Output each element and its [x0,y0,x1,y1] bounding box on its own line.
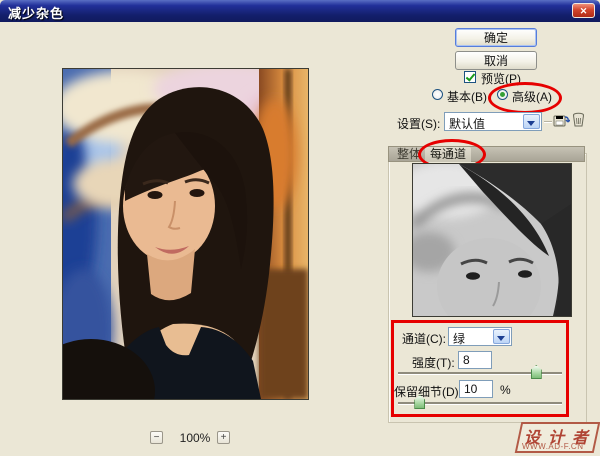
settings-select[interactable]: 默认值 [444,112,542,131]
advanced-radio[interactable] [497,89,508,100]
radio-dot-icon [500,92,505,97]
preview-checkbox[interactable] [464,71,476,83]
channel-preview-image[interactable] [395,162,578,334]
channel-label: 通道(C): [402,332,446,346]
chevron-down-icon[interactable] [493,329,510,344]
basic-radio[interactable] [432,89,443,100]
preserve-details-slider[interactable] [398,395,562,409]
ok-button[interactable]: 确定 [455,28,537,47]
reduce-noise-dialog: 减少杂色 ✕ − 100% + 确定 取消 预览(P) 基本(B) 高级(A) … [0,0,600,456]
trash-icon [572,112,584,127]
tab-strip: 整体 每通道 [388,146,585,162]
tab-per-channel[interactable]: 每通道 [425,147,472,162]
strength-slider[interactable] [398,365,562,379]
window-titlebar[interactable]: 减少杂色 ✕ [0,0,600,22]
channel-select[interactable]: 绿 [448,327,512,346]
zoom-out-button[interactable]: − [150,431,163,444]
close-icon: ✕ [579,6,588,16]
settings-select-value: 默认值 [449,117,486,131]
advanced-radio-label: 高级(A) [512,90,552,104]
check-icon [465,71,476,82]
main-preview-image[interactable] [27,63,309,443]
cancel-button[interactable]: 取消 [455,51,537,70]
zoom-level: 100% [179,431,211,445]
delete-settings-button[interactable] [571,112,585,128]
divider [544,121,552,122]
channel-select-value: 绿 [453,332,466,346]
preserve-details-unit: % [500,383,511,397]
window-title: 减少杂色 [8,6,65,21]
preview-checkbox-label: 预览(P) [481,72,521,86]
preserve-details-label: 保留细节(D): [394,385,462,399]
strength-label: 强度(T): [412,356,455,370]
tab-overall[interactable]: 整体 [392,147,426,162]
watermark-site: WWW.AD-F.CN [522,442,584,451]
basic-radio-label: 基本(B) [447,90,487,104]
strength-input[interactable] [458,351,492,369]
preserve-details-input[interactable] [459,380,493,398]
channel-portrait [395,162,578,334]
portrait-photo [27,63,308,443]
chevron-down-icon[interactable] [523,114,540,129]
settings-label: 设置(S): [397,117,441,131]
close-button[interactable]: ✕ [572,3,595,18]
zoom-in-button[interactable]: + [217,431,230,444]
save-settings-icon [553,115,570,127]
save-settings-button[interactable] [552,113,570,129]
watermark: 设计者 WWW.AD-F.CN [514,422,600,453]
